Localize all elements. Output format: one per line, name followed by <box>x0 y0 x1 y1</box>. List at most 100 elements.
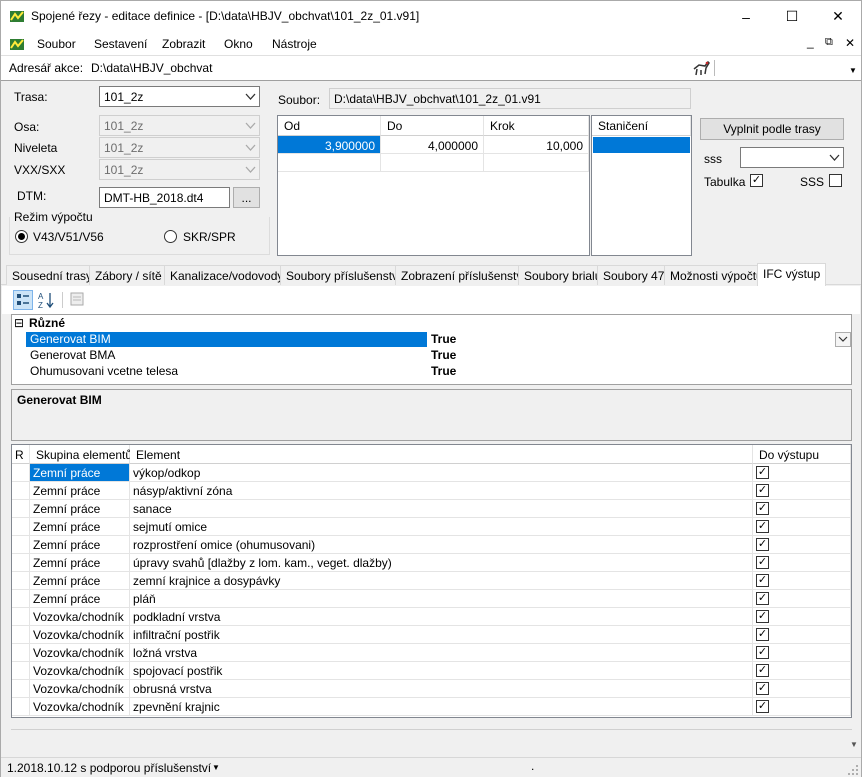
row-header-cell[interactable] <box>12 518 30 536</box>
interval-cell-krok[interactable]: 10,000 <box>484 136 589 154</box>
interval-cell-od[interactable]: 3,900000 <box>278 136 381 154</box>
vyplnit-podle-trasy-button[interactable]: Vyplnit podle trasy <box>700 118 844 140</box>
mdi-child-icon[interactable] <box>9 36 25 55</box>
element-group-cell[interactable]: Zemní práce <box>30 464 130 482</box>
do-vystupu-checkbox[interactable]: ✓ <box>756 646 769 659</box>
do-vystupu-checkbox[interactable]: ✓ <box>756 556 769 569</box>
menu-nastroje[interactable]: Nástroje <box>272 37 317 51</box>
element-name-cell[interactable]: infiltrační postřik <box>130 626 753 644</box>
property-name-generovat-bim[interactable]: Generovat BIM <box>26 332 427 347</box>
staniceni-list[interactable]: Staničení <box>591 115 692 256</box>
row-header-cell[interactable] <box>12 680 30 698</box>
row-header-cell[interactable] <box>12 554 30 572</box>
sss-checkbox[interactable] <box>829 174 842 187</box>
do-vystupu-checkbox[interactable]: ✓ <box>756 592 769 605</box>
do-vystupu-checkbox[interactable]: ✓ <box>756 574 769 587</box>
row-header-cell[interactable] <box>12 608 30 626</box>
mdi-restore-button[interactable]: ⧉ <box>825 36 833 49</box>
element-name-cell[interactable]: spojovací postřik <box>130 662 753 680</box>
element-name-cell[interactable]: sejmutí omice <box>130 518 753 536</box>
element-name-cell[interactable]: obrusná vrstva <box>130 680 753 698</box>
radio-skr[interactable] <box>164 230 177 243</box>
element-name-cell[interactable]: výkop/odkop <box>130 464 753 482</box>
interval-new-row-cell[interactable] <box>381 154 484 172</box>
menu-okno[interactable]: Okno <box>224 37 253 51</box>
row-header-cell[interactable] <box>12 644 30 662</box>
radio-v43[interactable] <box>15 230 28 243</box>
tab-zobrazeni-prislusenstvi[interactable]: Zobrazení příslušenství <box>395 265 532 285</box>
element-name-cell[interactable]: násyp/aktivní zóna <box>130 482 753 500</box>
do-vystupu-checkbox[interactable]: ✓ <box>756 664 769 677</box>
element-name-cell[interactable]: podkladní vrstva <box>130 608 753 626</box>
property-value-ohumusovani[interactable]: True <box>431 364 851 379</box>
staniceni-selected-row[interactable] <box>593 137 690 153</box>
do-vystupu-checkbox[interactable]: ✓ <box>756 502 769 515</box>
menu-soubor[interactable]: Soubor <box>37 37 76 51</box>
element-group-cell[interactable]: Vozovka/chodník <box>30 662 130 680</box>
minimize-button[interactable]: – <box>723 1 769 32</box>
title-bar[interactable]: Spojené řezy - editace definice - [D:\da… <box>1 1 861 32</box>
do-vystupu-checkbox[interactable]: ✓ <box>756 628 769 641</box>
element-name-cell[interactable]: sanace <box>130 500 753 518</box>
dtm-browse-button[interactable]: ... <box>233 187 260 208</box>
property-dropdown-button[interactable] <box>835 332 851 347</box>
do-vystupu-checkbox[interactable]: ✓ <box>756 520 769 533</box>
property-pages-button[interactable] <box>68 290 88 310</box>
tab-soubory-47[interactable]: Soubory 47 <box>597 265 671 285</box>
element-group-cell[interactable]: Zemní práce <box>30 500 130 518</box>
mdi-close-button[interactable]: ✕ <box>845 36 855 50</box>
menu-zobrazit[interactable]: Zobrazit <box>162 37 205 51</box>
element-group-cell[interactable]: Vozovka/chodník <box>30 644 130 662</box>
alphabetical-view-button[interactable]: AZ <box>37 290 57 310</box>
close-button[interactable]: ✕ <box>815 1 861 32</box>
row-header-cell[interactable] <box>12 500 30 518</box>
tab-sousedni-trasy[interactable]: Sousední trasy <box>6 265 99 285</box>
element-group-cell[interactable]: Vozovka/chodník <box>30 626 130 644</box>
tab-soubory-prislusenstvi[interactable]: Soubory příslušenství <box>280 265 408 285</box>
column-header-skupina[interactable]: Skupina elementů <box>30 445 132 464</box>
column-header-od[interactable]: Od <box>278 116 381 136</box>
element-name-cell[interactable]: úpravy svahů [dlažby z lom. kam., veget.… <box>130 554 753 572</box>
element-group-cell[interactable]: Vozovka/chodník <box>30 698 130 716</box>
column-header-r[interactable]: R <box>12 445 30 464</box>
do-vystupu-checkbox[interactable]: ✓ <box>756 484 769 497</box>
property-value-generovat-bma[interactable]: True <box>431 348 851 363</box>
element-name-cell[interactable]: pláň <box>130 590 753 608</box>
interval-new-row-cell[interactable] <box>278 154 381 172</box>
maximize-button[interactable]: ☐ <box>769 1 815 32</box>
element-group-cell[interactable]: Vozovka/chodník <box>30 680 130 698</box>
row-header-cell[interactable] <box>12 698 30 716</box>
element-group-cell[interactable]: Vozovka/chodník <box>30 608 130 626</box>
property-name-generovat-bma[interactable]: Generovat BMA <box>26 348 427 363</box>
element-name-cell[interactable]: zemní krajnice a dosypávky <box>130 572 753 590</box>
column-header-krok[interactable]: Krok <box>484 116 589 136</box>
column-header-do[interactable]: Do <box>381 116 484 136</box>
row-header-cell[interactable] <box>12 482 30 500</box>
tab-kanalizace-vodovody[interactable]: Kanalizace/vodovody <box>164 265 290 285</box>
do-vystupu-checkbox[interactable]: ✓ <box>756 610 769 623</box>
do-vystupu-checkbox[interactable]: ✓ <box>756 682 769 695</box>
element-group-cell[interactable]: Zemní práce <box>30 518 130 536</box>
row-header-cell[interactable] <box>12 590 30 608</box>
vxx-combo[interactable]: 101_2z <box>99 159 260 180</box>
menu-sestaveni[interactable]: Sestavení <box>94 37 147 51</box>
tab-zabory-site[interactable]: Zábory / sítě <box>89 265 168 285</box>
column-header-element[interactable]: Element <box>130 445 753 464</box>
property-value-generovat-bim[interactable]: True <box>431 332 851 347</box>
resize-grip-icon[interactable] <box>847 764 859 777</box>
dtm-input[interactable]: DMT-HB_2018.dt4 <box>99 187 230 208</box>
mdi-minimize-button[interactable]: _ <box>807 35 814 49</box>
do-vystupu-checkbox[interactable]: ✓ <box>756 466 769 479</box>
element-group-cell[interactable]: Zemní práce <box>30 536 130 554</box>
do-vystupu-checkbox[interactable]: ✓ <box>756 700 769 713</box>
sss-combo[interactable] <box>740 147 844 168</box>
interval-new-row-cell[interactable] <box>484 154 589 172</box>
row-header-cell[interactable] <box>12 662 30 680</box>
antelope-icon[interactable] <box>691 59 711 80</box>
element-name-cell[interactable]: rozprostření omice (ohumusovani) <box>130 536 753 554</box>
interval-cell-do[interactable]: 4,000000 <box>381 136 484 154</box>
status-dropdown-icon[interactable]: ▼ <box>212 763 220 772</box>
element-group-cell[interactable]: Zemní práce <box>30 572 130 590</box>
do-vystupu-checkbox[interactable]: ✓ <box>756 538 769 551</box>
column-header-do-vystupu[interactable]: Do výstupu <box>753 445 851 464</box>
